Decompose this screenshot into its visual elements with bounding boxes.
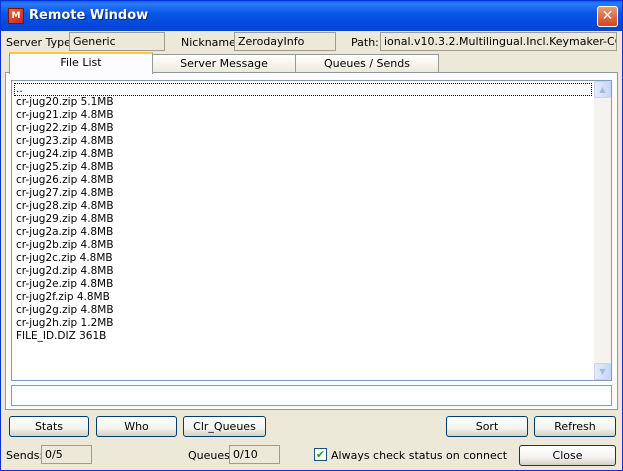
list-item[interactable]: cr-jug24.zip 4.8MB bbox=[14, 148, 592, 161]
tab-server-message[interactable]: Server Message bbox=[152, 54, 296, 73]
list-item[interactable]: cr-jug21.zip 4.8MB bbox=[14, 109, 592, 122]
nickname-label: Nickname: bbox=[181, 36, 240, 49]
list-item[interactable]: cr-jug2d.zip 4.8MB bbox=[14, 265, 592, 278]
sends-label: Sends: bbox=[6, 449, 44, 462]
list-item[interactable]: cr-jug2e.zip 4.8MB bbox=[14, 278, 592, 291]
list-item[interactable]: cr-jug2a.zip 4.8MB bbox=[14, 226, 592, 239]
list-item[interactable]: cr-jug2h.zip 1.2MB bbox=[14, 317, 592, 330]
sort-button[interactable]: Sort bbox=[446, 416, 528, 437]
tab-file-list[interactable]: File List bbox=[9, 52, 153, 74]
list-item[interactable]: cr-jug28.zip 4.8MB bbox=[14, 200, 592, 213]
close-window-button[interactable]: ✕ bbox=[597, 6, 618, 27]
file-list-items: .. cr-jug20.zip 5.1MB cr-jug21.zip 4.8MB cr… bbox=[14, 83, 592, 378]
title-bar[interactable]: M Remote Window ✕ bbox=[1, 1, 622, 31]
command-input[interactable] bbox=[11, 385, 612, 406]
path-label: Path: bbox=[351, 36, 379, 49]
list-item[interactable]: .. bbox=[14, 83, 592, 96]
list-item[interactable]: cr-jug2b.zip 4.8MB bbox=[14, 239, 592, 252]
list-item[interactable]: cr-jug22.zip 4.8MB bbox=[14, 122, 592, 135]
close-button[interactable]: Close bbox=[519, 445, 616, 466]
scroll-up-icon[interactable]: ▲ bbox=[594, 81, 611, 98]
app-icon: M bbox=[8, 8, 24, 24]
list-item[interactable]: FILE_ID.DIZ 361B bbox=[14, 330, 592, 343]
list-item[interactable]: cr-jug2g.zip 4.8MB bbox=[14, 304, 592, 317]
tab-queues-sends[interactable]: Queues / Sends bbox=[295, 54, 439, 73]
sends-field: 0/5 bbox=[41, 445, 92, 464]
server-type-field: Generic bbox=[69, 32, 165, 51]
path-field: ional.v10.3.2.Multilingual.Incl.Keymaker… bbox=[380, 32, 617, 51]
remote-window: M Remote Window ✕ Server Type: Generic N… bbox=[0, 0, 623, 471]
always-check-checkbox[interactable]: ✔ bbox=[314, 448, 327, 461]
list-item[interactable]: cr-jug2c.zip 4.8MB bbox=[14, 252, 592, 265]
window-title: Remote Window bbox=[29, 8, 149, 23]
close-icon: ✕ bbox=[601, 8, 614, 24]
file-list[interactable]: .. cr-jug20.zip 5.1MB cr-jug21.zip 4.8MB cr… bbox=[11, 80, 612, 381]
scroll-down-icon[interactable]: ▼ bbox=[594, 363, 611, 380]
always-check-label[interactable]: Always check status on connect bbox=[331, 449, 507, 462]
who-button[interactable]: Who bbox=[96, 416, 177, 437]
checkmark-icon: ✔ bbox=[315, 448, 326, 461]
server-type-label: Server Type: bbox=[6, 36, 75, 49]
file-list-scrollbar[interactable]: ▲ ▼ bbox=[594, 81, 611, 380]
list-item[interactable]: cr-jug23.zip 4.8MB bbox=[14, 135, 592, 148]
list-item[interactable]: cr-jug26.zip 4.8MB bbox=[14, 174, 592, 187]
queues-label: Queues: bbox=[188, 449, 234, 462]
refresh-button[interactable]: Refresh bbox=[534, 416, 616, 437]
stats-button[interactable]: Stats bbox=[9, 416, 89, 437]
nickname-field: ZerodayInfo bbox=[234, 32, 336, 51]
clr-queues-button[interactable]: Clr_Queues bbox=[183, 416, 266, 437]
list-item[interactable]: cr-jug29.zip 4.8MB bbox=[14, 213, 592, 226]
list-item[interactable]: cr-jug27.zip 4.8MB bbox=[14, 187, 592, 200]
list-item[interactable]: cr-jug20.zip 5.1MB bbox=[14, 96, 592, 109]
list-item[interactable]: cr-jug2f.zip 4.8MB bbox=[14, 291, 592, 304]
queues-field: 0/10 bbox=[229, 445, 280, 464]
list-item[interactable]: cr-jug25.zip 4.8MB bbox=[14, 161, 592, 174]
